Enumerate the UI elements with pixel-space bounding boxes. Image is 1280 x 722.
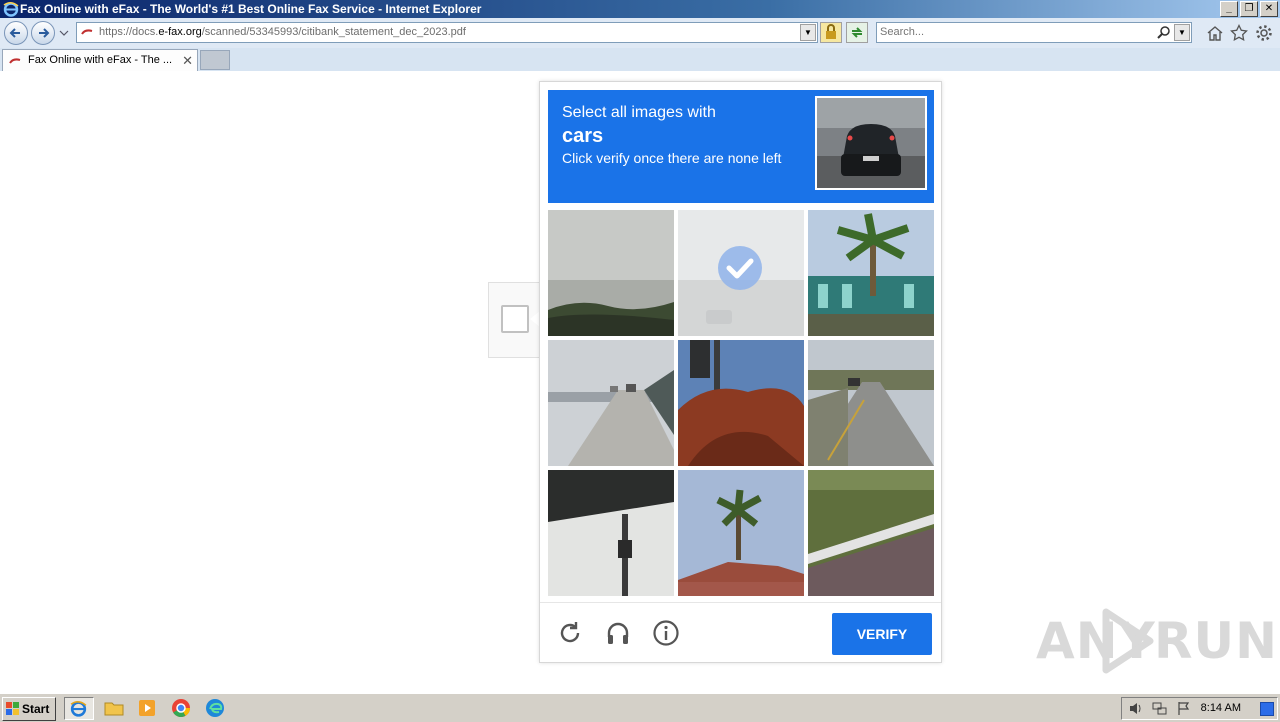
taskbar-clock[interactable]: 8:14 AM xyxy=(1201,698,1241,719)
captcha-checkbox[interactable] xyxy=(501,305,529,333)
play-logo-icon xyxy=(1102,608,1154,674)
navigation-bar: https://docs.e-fax.org/scanned/53345993/… xyxy=(0,18,1280,49)
refresh-button[interactable] xyxy=(846,22,868,43)
search-input[interactable] xyxy=(880,24,1150,40)
address-url[interactable]: https://docs.e-fax.org/scanned/53345993/… xyxy=(99,23,466,42)
new-tab-button[interactable] xyxy=(200,50,230,70)
search-icon[interactable] xyxy=(1157,25,1171,39)
window-title: Fax Online with eFax - The World's #1 Be… xyxy=(20,2,482,16)
volume-icon[interactable] xyxy=(1128,701,1143,716)
network-icon[interactable] xyxy=(1152,701,1167,716)
anyrun-watermark: ANY RUN xyxy=(1036,608,1277,674)
prompt-hint: Click verify once there are none left xyxy=(562,150,782,166)
prompt-instruction: Select all images with xyxy=(562,104,716,121)
forward-arrow-icon xyxy=(39,28,50,38)
audio-challenge-headphones-icon[interactable] xyxy=(604,619,632,647)
show-desktop-button[interactable] xyxy=(1260,702,1274,716)
tile-sky-trees[interactable] xyxy=(548,210,674,336)
settings-gear-icon[interactable] xyxy=(1255,24,1273,42)
captcha-footer: VERIFY xyxy=(540,602,941,663)
search-provider-dropdown[interactable]: ▼ xyxy=(1174,24,1190,41)
media-player-icon[interactable] xyxy=(136,697,158,719)
tile-road-cars[interactable] xyxy=(808,340,934,466)
search-box[interactable]: ▼ xyxy=(876,22,1192,43)
site-favicon-icon xyxy=(81,29,93,35)
minimize-button[interactable]: _ xyxy=(1220,1,1238,17)
refresh-arrows-icon xyxy=(851,27,863,38)
captcha-image-grid xyxy=(548,210,934,596)
window-title-bar: Fax Online with eFax - The World's #1 Be… xyxy=(0,0,1280,18)
captcha-prompt: Select all images with cars Click verify… xyxy=(548,90,934,203)
info-icon[interactable] xyxy=(652,619,680,647)
tile-overpass-pole[interactable] xyxy=(548,470,674,596)
tab-efax[interactable]: Fax Online with eFax - The ... ✕ xyxy=(2,49,198,71)
edge-icon[interactable] xyxy=(204,697,226,719)
security-lock-button[interactable] xyxy=(820,22,842,43)
history-dropdown-icon[interactable] xyxy=(59,29,69,37)
tile-palm-building[interactable] xyxy=(808,210,934,336)
back-arrow-icon xyxy=(9,28,20,38)
prompt-target: cars xyxy=(562,125,604,147)
address-dropdown-button[interactable]: ▼ xyxy=(800,24,816,41)
sample-car-image xyxy=(815,96,927,190)
captcha-challenge-panel: Select all images with cars Click verify… xyxy=(539,81,942,663)
tab-bar: Fax Online with eFax - The ... ✕ xyxy=(0,48,1280,72)
system-tray: 8:14 AM xyxy=(1121,697,1278,720)
ie-logo-icon xyxy=(3,2,19,17)
taskbar-ie-active[interactable] xyxy=(64,697,94,720)
taskbar: Start 8:14 AM xyxy=(0,692,1280,722)
ie-taskbar-icon xyxy=(70,701,87,717)
reload-challenge-icon[interactable] xyxy=(556,619,584,647)
page-content: Select all images with cars Click verify… xyxy=(0,71,1280,692)
tile-palm-roof[interactable] xyxy=(678,470,804,596)
favorites-star-icon[interactable] xyxy=(1230,24,1248,42)
verify-button[interactable]: VERIFY xyxy=(832,613,932,655)
close-window-button[interactable]: ✕ xyxy=(1260,1,1278,17)
tile-street-car[interactable] xyxy=(678,210,804,336)
tile-highway-cars[interactable] xyxy=(548,340,674,466)
forward-button[interactable] xyxy=(31,21,55,45)
restore-button[interactable]: ❐ xyxy=(1240,1,1258,17)
start-button[interactable]: Start xyxy=(2,697,56,721)
tab-label: Fax Online with eFax - The ... xyxy=(28,54,173,66)
site-favicon-icon xyxy=(9,58,21,64)
tile-guardrail-hedge[interactable] xyxy=(808,470,934,596)
tile-traffic-light-tree[interactable] xyxy=(678,340,804,466)
windows-logo-icon xyxy=(6,702,19,715)
home-icon[interactable] xyxy=(1206,24,1224,42)
close-tab-icon[interactable]: ✕ xyxy=(182,50,193,71)
address-bar[interactable]: https://docs.e-fax.org/scanned/53345993/… xyxy=(76,22,818,43)
file-explorer-icon[interactable] xyxy=(103,697,125,719)
back-button[interactable] xyxy=(4,21,28,45)
lock-icon xyxy=(826,24,836,39)
chrome-icon[interactable] xyxy=(170,697,192,719)
action-center-flag-icon[interactable] xyxy=(1176,701,1191,716)
